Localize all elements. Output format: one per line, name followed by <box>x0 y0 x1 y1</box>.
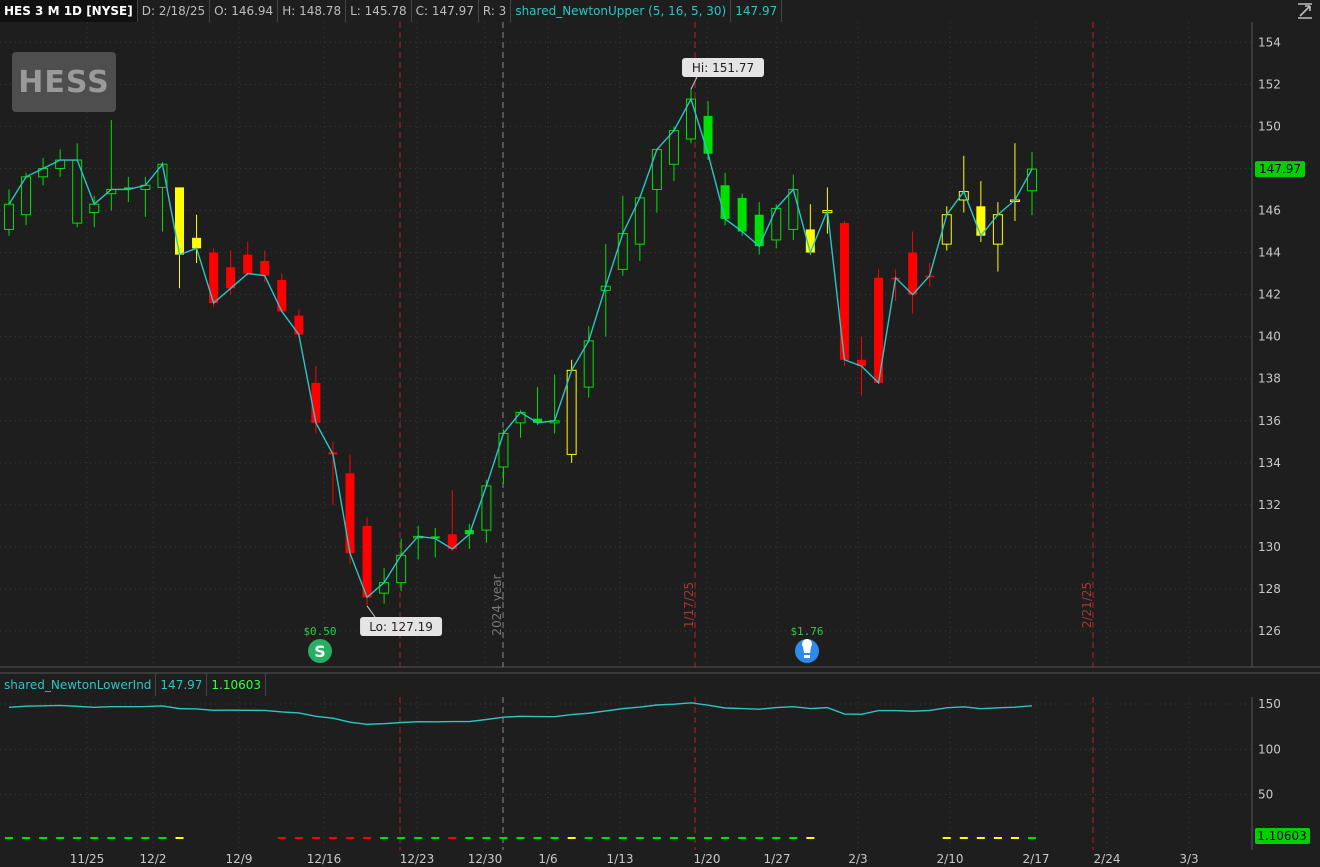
price-tick-label: 130 <box>1258 540 1281 554</box>
candle-body <box>260 260 270 276</box>
lower-tick-label: 150 <box>1258 697 1281 711</box>
range-label: R: 3 <box>479 0 512 22</box>
candle-body <box>566 369 577 455</box>
price-tick-label: 138 <box>1258 372 1281 386</box>
chart-header: HES 3 M 1D [NYSE] D: 2/18/25 O: 146.94 H… <box>0 0 783 22</box>
x-tick-label: 12/30 <box>468 852 503 866</box>
price-tick-label: 126 <box>1258 624 1281 638</box>
upper-study-value: 147.97 <box>731 0 783 22</box>
x-tick-label: 12/23 <box>400 852 435 866</box>
lower-tick-label: 50 <box>1258 788 1273 802</box>
dividend-label: $1.76 <box>790 625 823 638</box>
lower-study-label[interactable]: shared_NewtonLowerInd <box>0 674 157 696</box>
upper-study-label[interactable]: shared_NewtonUpper (5, 16, 5, 30) <box>511 0 732 22</box>
dividend-label: $0.50 <box>303 625 336 638</box>
event-label: 2/21/25 <box>1080 582 1094 628</box>
last-price-text: 147.97 <box>1259 162 1301 176</box>
lightbulb-base <box>804 655 810 658</box>
candle-body <box>345 473 355 554</box>
x-tick-label: 1/6 <box>538 852 557 866</box>
candle-body <box>941 214 952 245</box>
candle-body <box>908 252 918 295</box>
price-tick-label: 152 <box>1258 77 1281 91</box>
event-label: 1/17/25 <box>682 582 696 628</box>
lower-study-value-1: 147.97 <box>156 674 208 696</box>
hi-label-text: Hi: 151.77 <box>692 61 754 75</box>
candle-body <box>243 254 253 274</box>
candle-body <box>617 233 628 270</box>
price-tick-label: 150 <box>1258 119 1281 133</box>
x-tick-label: 1/27 <box>764 852 791 866</box>
lower-last-text: 1.10603 <box>1257 829 1307 843</box>
candle-body <box>737 197 747 232</box>
candle-body <box>89 203 100 214</box>
lo-label-text: Lo: 127.19 <box>369 620 433 634</box>
lower-panel <box>0 697 1252 850</box>
price-panel <box>0 22 1252 667</box>
collapse-icon[interactable] <box>1296 0 1314 20</box>
x-tick-label: 1/13 <box>607 852 634 866</box>
lo-label: Lo: 127.19 <box>360 617 443 636</box>
price-tick-label: 142 <box>1258 288 1281 302</box>
candle-body <box>277 279 287 312</box>
candle-body <box>294 315 304 335</box>
x-tick-label: 3/3 <box>1179 852 1198 866</box>
price-tick-label: 136 <box>1258 414 1281 428</box>
candle-body <box>703 115 713 154</box>
x-tick-label: 11/25 <box>70 852 105 866</box>
lower-study-value-2: 1.10603 <box>207 674 267 696</box>
candle-body <box>209 252 219 304</box>
candle-body <box>379 582 390 594</box>
close-label: C: 147.97 <box>412 0 479 22</box>
price-tick-label: 146 <box>1258 204 1281 218</box>
lower-study-header: shared_NewtonLowerInd 147.97 1.10603 <box>0 674 267 696</box>
price-tick-label: 132 <box>1258 498 1281 512</box>
open-label: O: 146.94 <box>210 0 279 22</box>
candle-body <box>1027 168 1037 192</box>
candle-body <box>668 130 679 165</box>
x-tick-label: 12/2 <box>140 852 167 866</box>
hess-logo: HESS <box>12 52 116 112</box>
candle-body <box>839 223 849 360</box>
x-tick-label: 1/20 <box>694 852 721 866</box>
x-tick-label: 12/9 <box>226 852 253 866</box>
candle-body <box>651 149 662 190</box>
candle-body <box>583 340 594 388</box>
price-chart[interactable]: 1261281301321341361381401421441461481501… <box>0 0 1320 867</box>
candle-body <box>771 207 782 241</box>
price-tick-label: 128 <box>1258 582 1281 596</box>
candle-body <box>754 214 764 247</box>
date-label: D: 2/18/25 <box>138 0 211 22</box>
candle-body <box>175 187 184 255</box>
price-tick-label: 154 <box>1258 35 1281 49</box>
x-tick-label: 12/16 <box>307 852 342 866</box>
hi-label: Hi: 151.77 <box>682 58 764 77</box>
price-tick-label: 134 <box>1258 456 1281 470</box>
dividend-symbol: S <box>314 642 326 661</box>
price-tick-label: 144 <box>1258 246 1281 260</box>
low-label: L: 145.78 <box>346 0 412 22</box>
candle-body <box>192 237 202 249</box>
candle-body <box>720 185 730 219</box>
price-tick-label: 140 <box>1258 330 1281 344</box>
x-tick-label: 2/10 <box>937 852 964 866</box>
event-label: 2024 year <box>490 574 504 635</box>
x-tick-label: 2/24 <box>1094 852 1121 866</box>
x-tick-label: 2/3 <box>848 852 867 866</box>
symbol-label[interactable]: HES 3 M 1D [NYSE] <box>0 0 138 22</box>
candle-body <box>4 203 14 230</box>
high-label: H: 148.78 <box>278 0 347 22</box>
candle-body <box>481 485 492 531</box>
candle-body <box>362 525 372 598</box>
lower-tick-label: 100 <box>1258 742 1281 756</box>
candle-body <box>788 188 799 230</box>
x-tick-label: 2/17 <box>1023 852 1050 866</box>
candle-body <box>498 432 509 468</box>
